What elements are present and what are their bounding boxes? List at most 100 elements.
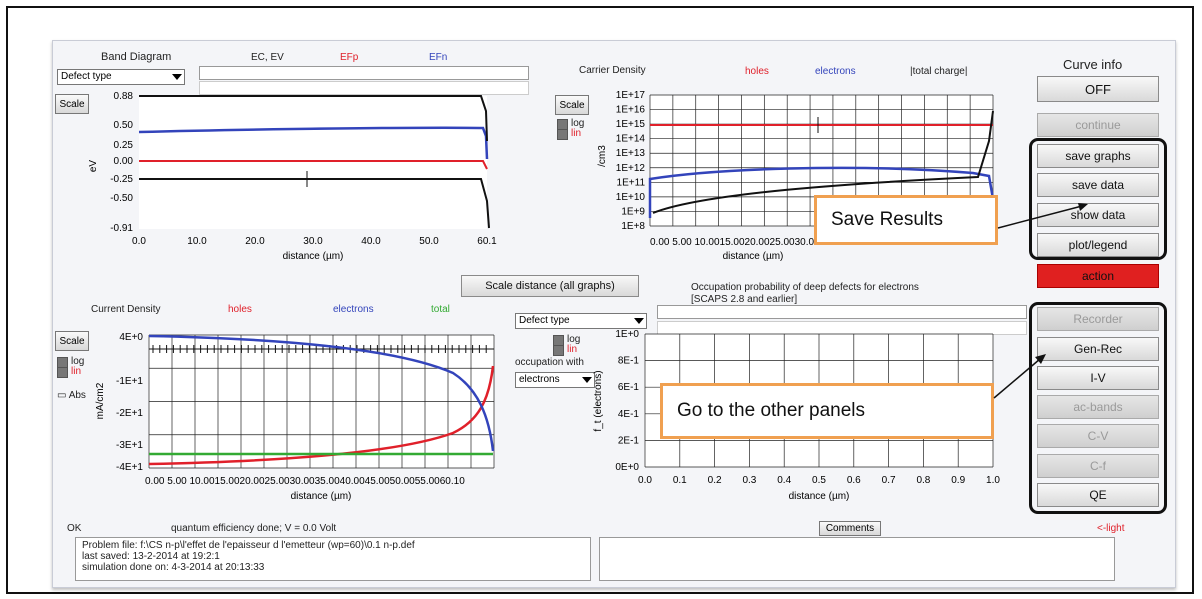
status-message: quantum efficiency done; V = 0.0 Volt <box>171 523 337 534</box>
occupation-with-label: occupation with <box>515 357 584 368</box>
carrier-ytick-label: 1E+9 <box>621 206 645 217</box>
cf-button[interactable]: C-f <box>1037 454 1159 478</box>
occupation-defect-type-value: Defect type <box>519 315 570 326</box>
occupation-lin-label: lin <box>567 344 578 355</box>
band-ytick-label: -0.50 <box>110 193 133 204</box>
occupation-xtick-label: 0.1 <box>673 475 687 486</box>
occupation-xtick-label: 0.4 <box>777 475 791 486</box>
band-ytick-label: -0.25 <box>110 174 133 185</box>
current-ytick-label: -4E+1 <box>116 462 143 473</box>
current-xlabel: distance (µm) <box>291 491 352 502</box>
band-xtick-label: 40.0 <box>361 236 381 247</box>
status-ok: OK <box>67 523 82 534</box>
legend-electrons: electrons <box>815 66 856 77</box>
current-ytick-label: -2E+1 <box>116 408 143 419</box>
legend-cd-electrons: electrons <box>333 304 374 315</box>
current-yticks: 4E+0 -1E+1 -2E+1 -3E+1 -4E+1 <box>116 332 143 473</box>
band-yticks: 0.88 0.50 0.25 0.00 -0.25 -0.50 -0.91 <box>110 91 133 234</box>
carrier-xlabel: distance (µm) <box>723 251 784 262</box>
occupation-ytick-label: 2E-1 <box>618 435 640 446</box>
band-ytick-label: -0.91 <box>110 223 133 234</box>
occupation-xtick-label: 0.0 <box>638 475 652 486</box>
band-xlabel: distance (µm) <box>283 251 344 262</box>
band-xtick-label: 50.0 <box>419 236 439 247</box>
occupation-ytick-label: 4E-1 <box>618 409 640 420</box>
carrier-ytick-label: 1E+11 <box>617 177 646 188</box>
legend-cd-holes: holes <box>228 304 252 315</box>
carrier-density-title: Carrier Density <box>579 65 646 76</box>
carrier-ytick-label: 1E+15 <box>616 119 646 130</box>
current-ylabel: mA/cm2 <box>95 382 106 419</box>
scaps-panel: Band Diagram EC, EV EFp EFn Defect type … <box>52 40 1176 588</box>
band-plot-area <box>139 96 487 229</box>
carrier-ytick-label: 1E+8 <box>621 221 645 232</box>
carrier-ytick-label: 1E+10 <box>616 192 646 203</box>
carrier-ytick-label: 1E+17 <box>616 90 646 101</box>
occupation-info-field[interactable] <box>657 305 1027 319</box>
carrier-ytick-label: 1E+12 <box>616 163 646 174</box>
action-button[interactable]: action <box>1037 264 1159 288</box>
gen-rec-button[interactable]: Gen-Rec <box>1037 337 1159 361</box>
legend-total-charge: |total charge| <box>910 66 968 77</box>
occupation-subtitle: [SCAPS 2.8 and earlier] <box>691 294 798 305</box>
carrier-ytick-label: 1E+16 <box>616 105 646 116</box>
current-xticks: 0.00 5.00 10.0015.0020.0025.0030.0035.00… <box>145 476 465 487</box>
band-xtick-label: 0.0 <box>132 236 146 247</box>
legend-cd-total: total <box>431 304 450 315</box>
light-indicator: <-light <box>1097 523 1125 534</box>
band-diagram-plot: eV distance (µm) 0.88 0.50 0.25 0.00 -0.25 -0… <box>88 91 497 262</box>
qe-button[interactable]: QE <box>1037 483 1159 507</box>
carrier-yticks: 1E+17 1E+16 1E+15 1E+14 1E+13 1E+12 1E+11 1E+10… <box>616 90 646 232</box>
save-graphs-button[interactable]: save graphs <box>1037 144 1159 168</box>
comments-button[interactable]: Comments <box>819 521 881 536</box>
save-results-callout: Save Results <box>814 195 998 245</box>
occupation-yticks: 1E+0 8E-1 6E-1 4E-1 2E-1 0E+0 <box>615 329 639 473</box>
occupation-xtick-label: 0.9 <box>951 475 965 486</box>
occupation-ytick-label: 8E-1 <box>618 356 640 367</box>
carrier-ytick-label: 1E+14 <box>616 134 646 145</box>
occupation-xtick-label: 0.2 <box>708 475 722 486</box>
iv-button[interactable]: I-V <box>1037 366 1159 390</box>
problem-file-line: Problem file: f:\CS n-p\l'effet de l'epa… <box>82 540 415 551</box>
occupation-title: Occupation probability of deep defects f… <box>691 282 919 293</box>
current-ytick-label: 4E+0 <box>119 332 143 343</box>
occupation-xlabel: distance (µm) <box>789 491 850 502</box>
occupation-ylabel: f_t (electrons) <box>593 370 604 431</box>
curve-info-off-button[interactable]: OFF <box>1037 76 1159 102</box>
save-data-button[interactable]: save data <box>1037 173 1159 197</box>
carrier-ytick-label: 1E+13 <box>616 148 646 159</box>
last-saved-line: last saved: 13-2-2014 at 19:2:1 <box>82 551 220 562</box>
band-ytick-label: 0.50 <box>114 120 134 131</box>
go-panels-callout: Go to the other panels <box>660 383 994 439</box>
occupation-xtick-label: 1.0 <box>986 475 1000 486</box>
ac-bands-button[interactable]: ac-bands <box>1037 395 1159 419</box>
current-ytick-label: -1E+1 <box>116 376 143 387</box>
continue-button[interactable]: continue <box>1037 113 1159 137</box>
band-ytick-label: 0.00 <box>114 156 134 167</box>
recorder-button[interactable]: Recorder <box>1037 307 1159 331</box>
band-ytick-label: 0.25 <box>114 140 134 151</box>
occupation-xticks: 0.0 0.1 0.2 0.3 0.4 0.5 0.6 0.7 0.8 0.9 1.0 <box>638 475 1000 486</box>
occupation-xtick-label: 0.5 <box>812 475 826 486</box>
band-xticks: 0.0 10.0 20.0 30.0 40.0 50.0 60.1 <box>132 236 497 247</box>
legend-holes: holes <box>745 66 769 77</box>
comments-field[interactable] <box>599 537 1115 581</box>
scale-distance-button[interactable]: Scale distance (all graphs) <box>461 275 639 297</box>
band-xtick-label: 10.0 <box>187 236 207 247</box>
curve-info-label: Curve info <box>1063 57 1123 72</box>
band-xtick-label: 20.0 <box>245 236 265 247</box>
cv-button[interactable]: C-V <box>1037 424 1159 448</box>
occupation-lin-checkbox[interactable] <box>553 345 564 356</box>
show-data-button[interactable]: show data <box>1037 203 1159 227</box>
current-ytick-label: -3E+1 <box>116 440 143 451</box>
simulation-done-line: simulation done on: 4-3-2014 at 20:13:33 <box>82 562 265 573</box>
occupation-ytick-label: 1E+0 <box>615 329 639 340</box>
band-ytick-label: 0.88 <box>114 91 134 102</box>
occupation-xtick-label: 0.3 <box>742 475 756 486</box>
plot-legend-button[interactable]: plot/legend <box>1037 233 1159 257</box>
band-xtick-label: 30.0 <box>303 236 323 247</box>
occupation-xtick-label: 0.8 <box>916 475 930 486</box>
occupation-ytick-label: 0E+0 <box>615 462 639 473</box>
occupation-xtick-label: 0.6 <box>847 475 861 486</box>
occupation-xtick-label: 0.7 <box>882 475 896 486</box>
